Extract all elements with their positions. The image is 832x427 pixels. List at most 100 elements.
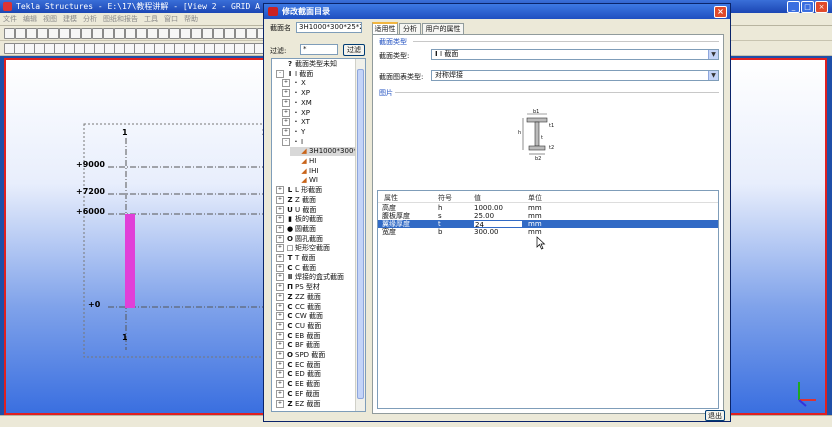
expand-icon[interactable]: +: [276, 244, 284, 253]
tree-scrollbar[interactable]: [355, 59, 365, 411]
toolbar-tool-icon[interactable]: [235, 28, 246, 39]
chevron-down-icon[interactable]: ▼: [708, 50, 718, 59]
toolbar-tool-icon[interactable]: [70, 28, 81, 39]
toolbar-tool-icon[interactable]: [191, 28, 202, 39]
profile-name-field[interactable]: 3H1000*300*25*24: [296, 22, 362, 33]
tab-applicability[interactable]: 适用性: [372, 22, 398, 34]
expand-icon[interactable]: +: [276, 186, 284, 195]
exit-button[interactable]: 退出: [705, 410, 725, 421]
expand-icon[interactable]: +: [276, 292, 284, 301]
tree-item[interactable]: + T T 截面: [276, 254, 316, 263]
tree-item[interactable]: -II 截面: [276, 69, 313, 79]
toolbar-tool-icon[interactable]: [125, 28, 136, 39]
chevron-down-icon[interactable]: ▼: [708, 71, 718, 80]
expand-icon[interactable]: +: [276, 351, 284, 359]
expand-icon[interactable]: +: [276, 224, 284, 233]
table-row[interactable]: 宽度 b 300.00 mm: [378, 228, 718, 236]
expand-icon[interactable]: +: [276, 273, 284, 282]
tree-item[interactable]: + C EF 截面: [276, 389, 320, 399]
tree-item[interactable]: + · Y: [282, 127, 305, 137]
expand-icon[interactable]: +: [276, 302, 284, 311]
expand-icon[interactable]: +: [276, 399, 284, 408]
tree-item[interactable]: + C BF 截面: [276, 341, 320, 350]
maximize-button[interactable]: □: [801, 1, 814, 13]
tree-item[interactable]: + Z ZZ 截面: [276, 292, 321, 302]
profile-tree[interactable]: ? 截面类型未知 - I I 截面 + · X + · XP + · XM + · XP + · XT + · Y - · I ◢ 3…: [271, 58, 366, 412]
toolbar-tool-icon[interactable]: [103, 28, 114, 39]
expand-icon[interactable]: +: [276, 283, 284, 292]
expand-icon[interactable]: +: [282, 108, 290, 117]
expand-icon[interactable]: +: [282, 98, 290, 107]
expand-icon[interactable]: +: [282, 127, 290, 136]
toolbar-tool-icon[interactable]: [59, 28, 70, 39]
collapse-icon[interactable]: -: [276, 69, 284, 78]
tree-item[interactable]: + C EE 截面: [276, 380, 320, 389]
properties-table[interactable]: 属性 符号 值 单位 高度 h 1000.00 mm 腹板厚度 s 25.00 …: [377, 190, 719, 409]
tree-scrollbar-thumb[interactable]: [357, 69, 364, 399]
expand-icon[interactable]: +: [276, 331, 284, 340]
expand-icon[interactable]: +: [276, 360, 284, 369]
expand-icon[interactable]: +: [282, 89, 290, 98]
expand-icon[interactable]: +: [282, 79, 290, 88]
expand-icon[interactable]: +: [276, 234, 284, 243]
tree-item[interactable]: + · XT: [282, 118, 310, 127]
tree-item[interactable]: + ▮ 板的截面: [276, 215, 323, 224]
tree-item[interactable]: ◢ IHI: [290, 167, 318, 176]
toolbar-tool-icon[interactable]: [202, 28, 213, 39]
table-row[interactable]: 腹板厚度 s 25.00 mm: [378, 212, 718, 220]
filter-button[interactable]: 过滤: [343, 44, 365, 56]
tree-item[interactable]: + C CU 截面: [276, 321, 321, 331]
tree-item[interactable]: + Z EZ 截面: [276, 399, 320, 409]
toolbar-tool-icon[interactable]: [92, 28, 103, 39]
toolbar-tool-icon[interactable]: [136, 28, 147, 39]
toolbar-tool-icon[interactable]: [158, 28, 169, 39]
expand-icon[interactable]: +: [276, 370, 284, 379]
tree-item[interactable]: + C CW 截面: [276, 312, 323, 321]
expand-icon[interactable]: +: [276, 312, 284, 321]
tree-item[interactable]: + C CC 截面: [276, 302, 321, 312]
profile-type-select[interactable]: I I 截面 ▼: [431, 49, 719, 60]
tab-user-attributes[interactable]: 用户的属性: [422, 23, 464, 34]
expand-icon[interactable]: +: [276, 389, 284, 398]
toolbar-tool-icon[interactable]: [15, 28, 26, 39]
toolbar-tool-icon[interactable]: [213, 28, 224, 39]
tab-analysis[interactable]: 分析: [399, 23, 421, 34]
tree-item[interactable]: ◢ WI: [290, 176, 318, 185]
tree-item[interactable]: + · XP: [282, 108, 310, 118]
table-row[interactable]: 高度 h 1000.00 mm: [378, 204, 718, 212]
tree-item[interactable]: + · XP: [282, 89, 310, 98]
toolbar-tool-icon[interactable]: [81, 28, 92, 39]
toolbar-tool-icon[interactable]: [169, 28, 180, 39]
toolbar-tool-icon[interactable]: [147, 28, 158, 39]
menu-drawings[interactable]: 图纸和报告: [100, 13, 141, 25]
tree-item[interactable]: + □ 矩形空截面: [276, 244, 330, 253]
expand-icon[interactable]: +: [276, 215, 284, 224]
tree-item[interactable]: ? 截面类型未知: [276, 60, 337, 69]
toolbar-tool-icon[interactable]: [26, 28, 37, 39]
close-icon[interactable]: ×: [714, 6, 727, 18]
tree-item[interactable]: + Ⅱ 焊接的盒式截面: [276, 273, 344, 282]
table-row-selected[interactable]: 翼缘厚度 t 24 mm: [378, 220, 718, 229]
tree-item[interactable]: + U U 截面: [276, 205, 316, 215]
toolbar-tool-icon[interactable]: [114, 28, 125, 39]
row-value[interactable]: 25.00: [474, 212, 494, 220]
expand-icon[interactable]: +: [276, 195, 284, 204]
tree-item[interactable]: + · X: [282, 79, 306, 88]
expand-icon[interactable]: +: [276, 341, 284, 350]
expand-icon[interactable]: +: [276, 321, 284, 330]
toolbar-tool-icon[interactable]: [180, 28, 191, 39]
tree-item[interactable]: + · XM: [282, 98, 312, 108]
toolbar-tool-icon[interactable]: [37, 28, 48, 39]
toolbar-tool-icon[interactable]: [224, 28, 235, 39]
toolbar-tool-icon[interactable]: [4, 28, 15, 39]
menu-view[interactable]: 视图: [40, 13, 60, 25]
collapse-icon[interactable]: -: [282, 137, 290, 146]
sub-type-select[interactable]: 对称焊接 ▼: [431, 70, 719, 81]
tree-item[interactable]: + C ED 截面: [276, 370, 321, 379]
expand-icon[interactable]: +: [282, 118, 290, 127]
tree-item[interactable]: + C C 截面: [276, 263, 316, 273]
row-value[interactable]: 300.00: [474, 228, 499, 236]
expand-icon[interactable]: +: [276, 205, 284, 214]
tree-item[interactable]: + O SPD 截面: [276, 351, 325, 360]
expand-icon[interactable]: +: [276, 254, 284, 262]
